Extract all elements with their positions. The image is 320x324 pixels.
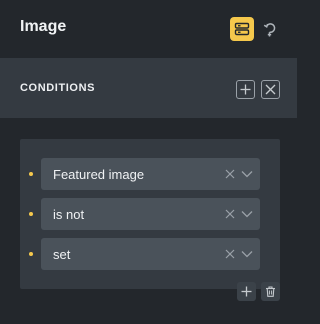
- condition-row: Featured image: [20, 158, 280, 190]
- condition-group: Featured image is not set: [20, 139, 280, 289]
- select-value: set: [53, 247, 71, 262]
- dynamic-data-toggle-button[interactable]: [230, 17, 254, 41]
- bullet-dot: [29, 172, 33, 176]
- panel-title: Image: [20, 18, 67, 35]
- plus-icon: [240, 84, 251, 95]
- conditions-title: CONDITIONS: [20, 82, 96, 94]
- select-value: is not: [53, 207, 85, 222]
- add-rule-button[interactable]: [237, 282, 256, 301]
- clear-icon[interactable]: [225, 169, 235, 179]
- reset-icon: [263, 23, 276, 37]
- select-value: Featured image: [53, 167, 145, 182]
- clear-icon[interactable]: [225, 209, 235, 219]
- dynamic-data-icon: [234, 22, 250, 36]
- clear-conditions-button[interactable]: [261, 80, 280, 99]
- condition-row: is not: [20, 198, 280, 230]
- reset-button[interactable]: [260, 19, 280, 39]
- trash-icon: [266, 286, 275, 297]
- chevron-down-icon: [241, 171, 253, 178]
- value-select[interactable]: set: [41, 238, 260, 270]
- clear-icon[interactable]: [225, 249, 235, 259]
- plus-icon: [241, 286, 252, 297]
- chevron-down-icon: [241, 211, 253, 218]
- key-select[interactable]: Featured image: [41, 158, 260, 190]
- element-settings-panel: Image CONDITIONS Featured image is not s…: [0, 0, 297, 324]
- delete-group-button[interactable]: [261, 282, 280, 301]
- condition-row: set: [20, 238, 280, 270]
- close-icon: [265, 84, 276, 95]
- compare-select[interactable]: is not: [41, 198, 260, 230]
- panel-header: Image: [0, 0, 297, 58]
- bullet-dot: [29, 252, 33, 256]
- bullet-dot: [29, 212, 33, 216]
- add-condition-button[interactable]: [236, 80, 255, 99]
- chevron-down-icon: [241, 251, 253, 258]
